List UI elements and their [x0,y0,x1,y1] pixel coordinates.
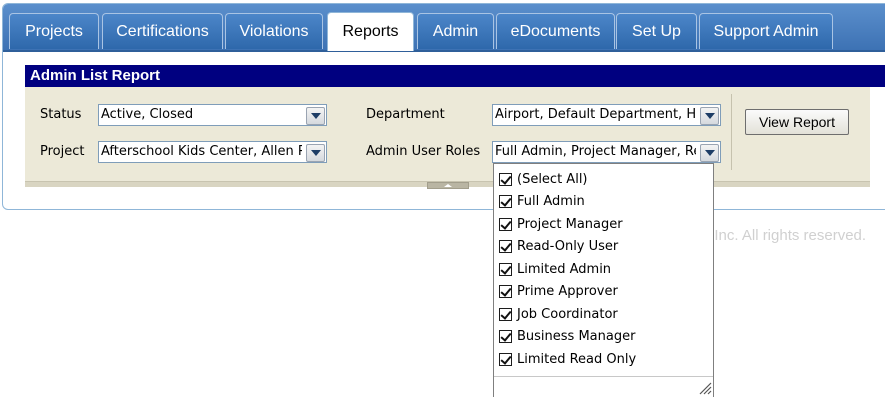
role-option-label: Job Coordinator [517,306,618,322]
role-option-label: Limited Read Only [517,351,637,367]
checkbox-checked-icon[interactable] [499,262,512,276]
role-option-label: Read-Only User [517,238,619,254]
report-title: Admin List Report [25,65,885,87]
project-label: Project [40,144,85,159]
role-option-label: Business Manager [517,328,636,344]
department-dropdown-button[interactable] [700,107,719,125]
department-label: Department [366,107,445,122]
tab-projects[interactable]: Projects [9,13,99,49]
role-option-label: Limited Admin [517,261,612,277]
checkbox-checked-icon[interactable] [499,329,512,343]
resize-grip-icon[interactable] [698,381,712,395]
role-option-full-admin[interactable]: Full Admin [499,191,585,211]
tab-certifications[interactable]: Certifications [102,13,223,49]
department-value: Airport, Default Department, Housing [495,107,696,122]
checkbox-checked-icon[interactable] [499,172,512,186]
checkbox-checked-icon[interactable] [499,217,512,231]
role-option-project-manager[interactable]: Project Manager [499,214,623,234]
status-dropdown[interactable]: Active, Closed [98,104,327,126]
role-option-label: (Select All) [517,171,588,187]
admin-user-roles-dropdown[interactable]: Full Admin, Project Manager, Read-Only U… [492,141,721,163]
project-dropdown[interactable]: Afterschool Kids Center, Allen Park [98,141,327,163]
role-option-limited-admin[interactable]: Limited Admin [499,259,611,279]
tab-set-up[interactable]: Set Up [616,13,697,49]
tab-admin[interactable]: Admin [417,13,494,49]
role-option-select-all[interactable]: (Select All) [499,169,588,189]
role-option-prime-approver[interactable]: Prime Approver [499,281,618,301]
tab-violations[interactable]: Violations [225,13,323,49]
admin-user-roles-list: (Select All) Full Admin Project Manager … [493,163,714,397]
copyright-text: , Inc. All rights reserved. [706,227,867,244]
status-dropdown-button[interactable] [306,107,325,125]
admin-user-roles-label: Admin User Roles [366,144,481,159]
tab-reports[interactable]: Reports [327,12,414,51]
report-parameters-panel [25,87,870,181]
chevron-down-icon [704,150,715,156]
collapse-arrow-icon [444,184,452,187]
tab-edocuments[interactable]: eDocuments [496,13,615,49]
role-option-limited-read-only[interactable]: Limited Read Only [499,349,636,369]
chevron-down-icon [310,150,321,156]
tab-support-admin[interactable]: Support Admin [699,13,833,49]
checkbox-checked-icon[interactable] [499,307,512,321]
department-dropdown[interactable]: Airport, Default Department, Housing [492,104,721,126]
role-option-label: Full Admin [517,193,585,209]
admin-user-roles-dropdown-button[interactable] [700,144,719,162]
checkbox-checked-icon[interactable] [499,239,512,253]
project-dropdown-button[interactable] [306,144,325,162]
roles-options: (Select All) Full Admin Project Manager … [494,164,713,376]
chevron-down-icon [704,113,715,119]
role-option-read-only-user[interactable]: Read-Only User [499,236,618,256]
checkbox-checked-icon[interactable] [499,194,512,208]
project-value: Afterschool Kids Center, Allen Park [101,144,302,159]
view-report-button[interactable]: View Report [745,109,849,135]
role-option-job-coordinator[interactable]: Job Coordinator [499,304,618,324]
role-option-label: Project Manager [517,216,623,232]
status-value: Active, Closed [101,107,194,122]
checkbox-checked-icon[interactable] [499,352,512,366]
checkbox-checked-icon[interactable] [499,284,512,298]
role-option-label: Prime Approver [517,283,618,299]
chevron-down-icon [310,113,321,119]
roles-list-footer [494,376,713,397]
role-option-business-manager[interactable]: Business Manager [499,326,635,346]
status-label: Status [40,107,82,122]
main-tab-bar: Projects Certifications Violations Repor… [3,4,885,52]
panel-separator [731,94,732,170]
collapse-parameters-toggle[interactable] [427,182,469,189]
admin-user-roles-value: Full Admin, Project Manager, Read-Only U… [495,144,696,159]
